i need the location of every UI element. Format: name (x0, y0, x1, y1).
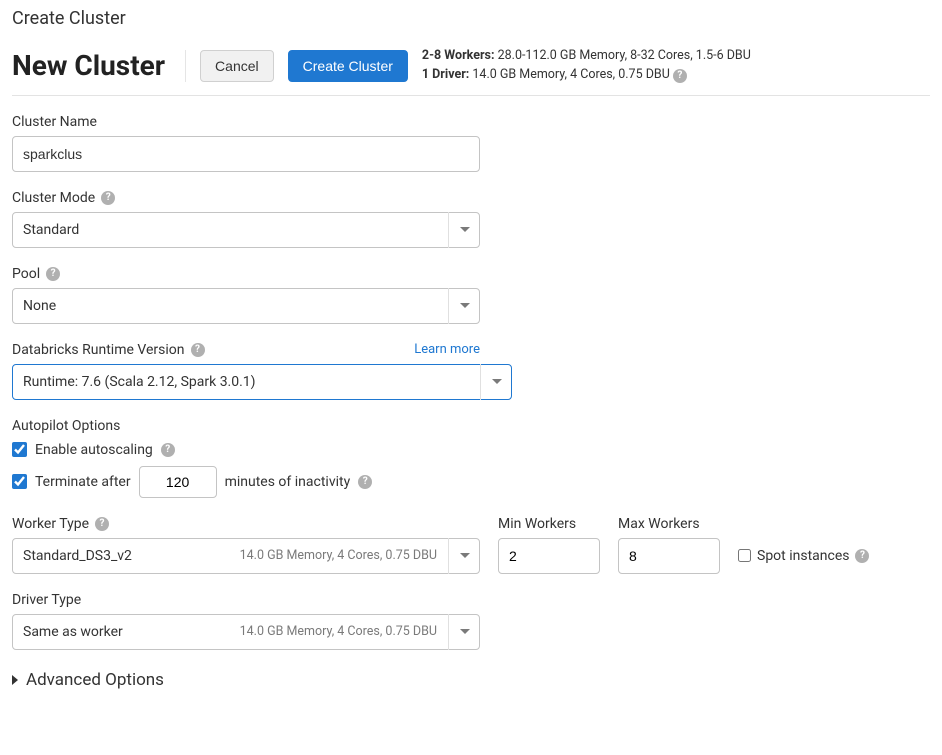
advanced-options-toggle[interactable]: Advanced Options (12, 670, 930, 690)
advanced-options-label: Advanced Options (26, 670, 164, 690)
enable-autoscaling-label: Enable autoscaling (35, 442, 153, 458)
enable-autoscaling-checkbox[interactable] (12, 442, 27, 457)
max-workers-input[interactable] (618, 538, 720, 574)
summary-driver-label: 1 Driver: (422, 67, 469, 82)
autopilot-section-label: Autopilot Options (12, 418, 930, 434)
pool-value: None (23, 298, 443, 314)
worker-type-value: Standard_DS3_v2 (23, 548, 240, 564)
driver-type-meta: 14.0 GB Memory, 4 Cores, 0.75 DBU (240, 624, 437, 639)
help-icon[interactable]: ? (358, 475, 372, 489)
worker-type-select[interactable]: Standard_DS3_v2 14.0 GB Memory, 4 Cores,… (12, 538, 480, 574)
summary-workers-detail: 28.0-112.0 GB Memory, 8-32 Cores, 1.5-6 … (498, 48, 751, 63)
min-workers-label: Min Workers (498, 516, 576, 532)
terminate-checkbox[interactable] (12, 474, 27, 489)
runtime-version-select[interactable]: Runtime: 7.6 (Scala 2.12, Spark 3.0.1) (12, 364, 512, 400)
chevron-down-icon (448, 288, 480, 324)
help-icon[interactable]: ? (855, 549, 869, 563)
cancel-button[interactable]: Cancel (200, 50, 274, 82)
chevron-down-icon (448, 614, 480, 650)
cluster-summary: 2-8 Workers: 28.0-112.0 GB Memory, 8-32 … (422, 47, 751, 85)
cluster-name-input[interactable] (12, 136, 480, 172)
spot-instances-label: Spot instances (757, 548, 849, 564)
chevron-right-icon (12, 675, 18, 685)
cluster-mode-value: Standard (23, 222, 443, 238)
runtime-label: Databricks Runtime Version (12, 342, 185, 358)
spot-instances-checkbox[interactable] (738, 549, 751, 562)
header-row: New Cluster Cancel Create Cluster 2-8 Wo… (12, 47, 930, 85)
page-super-title: Create Cluster (12, 8, 930, 29)
chevron-down-icon (480, 364, 512, 400)
worker-type-meta: 14.0 GB Memory, 4 Cores, 0.75 DBU (240, 548, 437, 563)
summary-driver-detail: 14.0 GB Memory, 4 Cores, 0.75 DBU (472, 67, 669, 82)
help-icon[interactable]: ? (673, 69, 687, 83)
cluster-name-label: Cluster Name (12, 114, 97, 130)
pool-select[interactable]: None (12, 288, 480, 324)
help-icon[interactable]: ? (161, 443, 175, 457)
terminate-minutes-input[interactable] (139, 466, 217, 498)
summary-workers-label: 2-8 Workers: (422, 48, 495, 63)
driver-type-select[interactable]: Same as worker 14.0 GB Memory, 4 Cores, … (12, 614, 480, 650)
chevron-down-icon (448, 212, 480, 248)
terminate-suffix: minutes of inactivity (225, 474, 351, 490)
cluster-mode-label: Cluster Mode (12, 190, 95, 206)
page-title: New Cluster (12, 49, 165, 82)
help-icon[interactable]: ? (95, 517, 109, 531)
cluster-mode-select[interactable]: Standard (12, 212, 480, 248)
create-cluster-button[interactable]: Create Cluster (288, 50, 408, 82)
chevron-down-icon (448, 538, 480, 574)
terminate-prefix: Terminate after (35, 474, 131, 490)
help-icon[interactable]: ? (46, 267, 60, 281)
driver-type-label: Driver Type (12, 592, 81, 608)
help-icon[interactable]: ? (101, 191, 115, 205)
pool-label: Pool (12, 266, 40, 282)
min-workers-input[interactable] (498, 538, 600, 574)
max-workers-label: Max Workers (618, 516, 700, 532)
worker-type-label: Worker Type (12, 516, 89, 532)
help-icon[interactable]: ? (191, 343, 205, 357)
divider (185, 50, 186, 82)
driver-type-value: Same as worker (23, 624, 240, 640)
divider (12, 95, 930, 96)
learn-more-link[interactable]: Learn more (414, 342, 480, 357)
runtime-value: Runtime: 7.6 (Scala 2.12, Spark 3.0.1) (23, 374, 475, 390)
